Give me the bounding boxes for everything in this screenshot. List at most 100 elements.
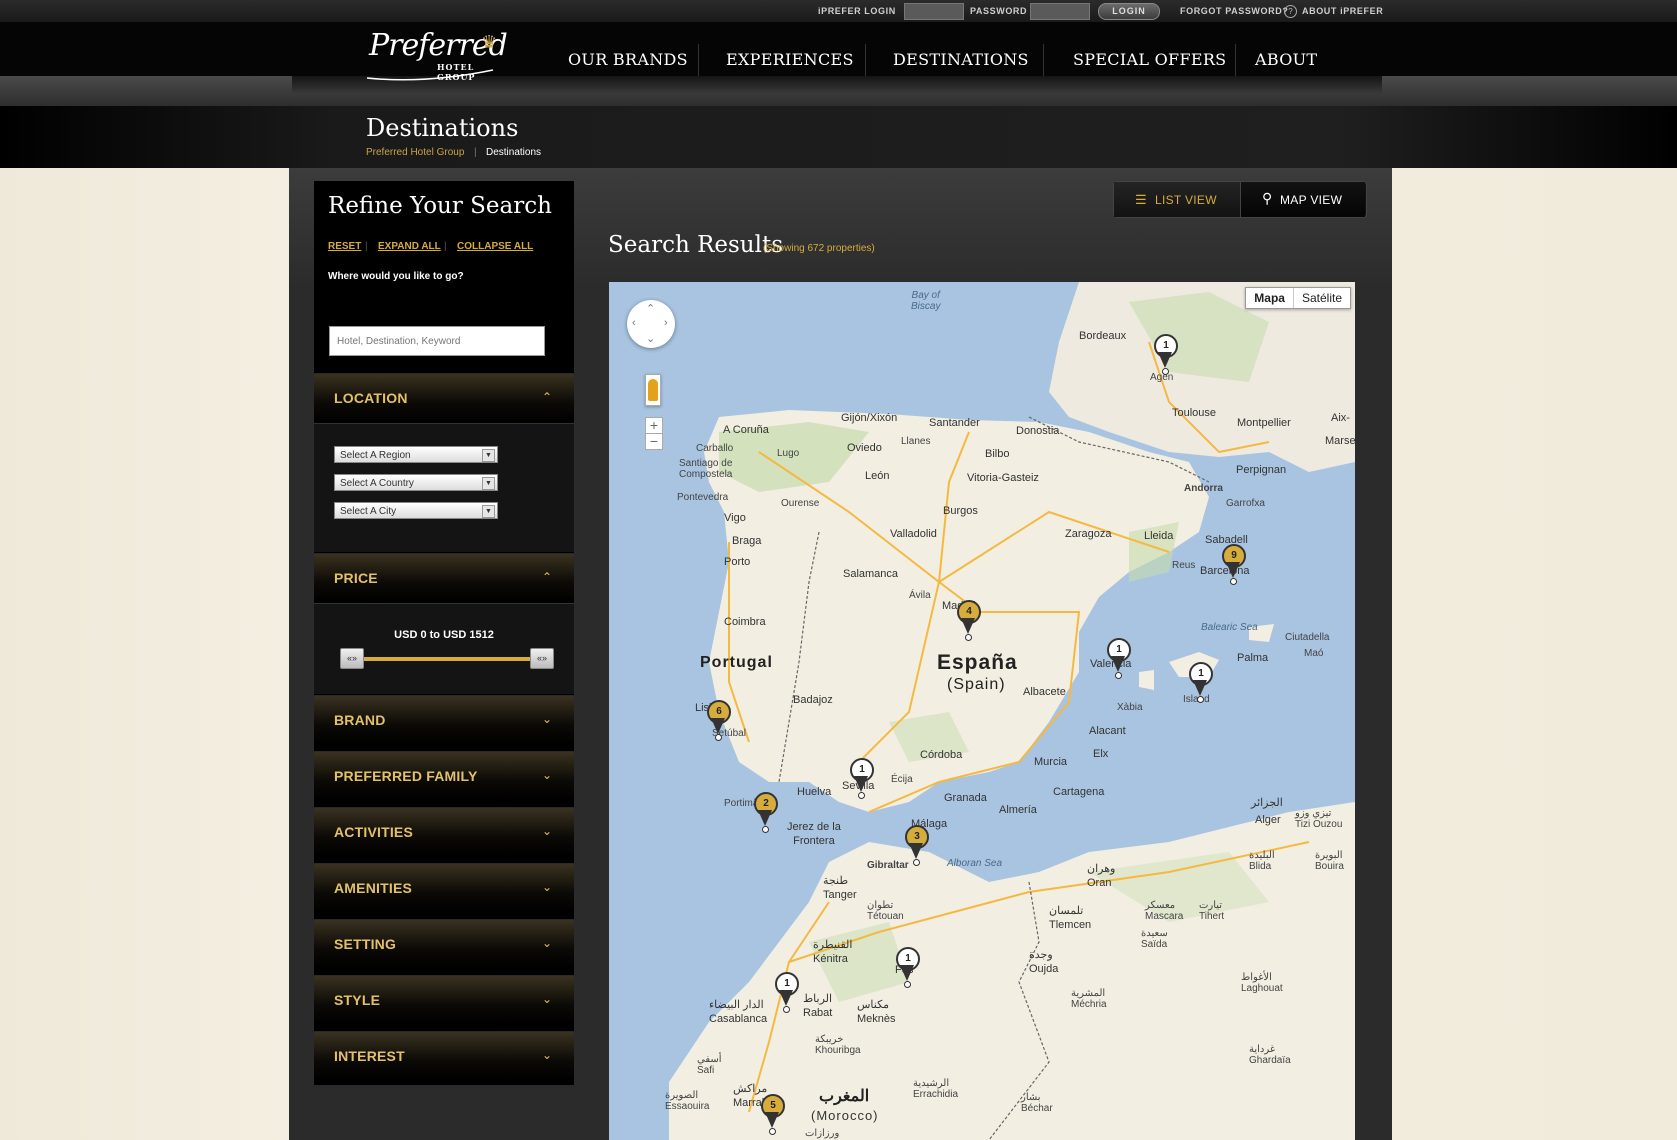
map-label: Bay of Biscay (911, 290, 941, 312)
map-label: وجدة Oujda (1029, 949, 1059, 975)
pan-control[interactable]: ⌃ ⌄ ‹ › (627, 300, 675, 348)
results-map[interactable]: Mapa Satélite ⌃ ⌄ ‹ › + − Bay of Biscay B… (609, 282, 1355, 1140)
nav-experiences[interactable]: EXPERIENCES (726, 50, 854, 69)
map-pin-casablanca[interactable]: 1 (773, 972, 799, 1013)
password-input[interactable] (1030, 3, 1090, 20)
location-section-header[interactable]: LOCATION ⌃ (314, 373, 574, 422)
map-type-satellite-button[interactable]: Satélite (1294, 288, 1350, 308)
dropdown-arrow-icon: ▼ (482, 505, 495, 518)
price-section-header[interactable]: PRICE ⌃ (314, 553, 574, 602)
map-pin-agen[interactable]: 1 (1152, 334, 1178, 375)
map-label: Carballo (696, 443, 734, 454)
map-label: طنجة Tanger (823, 875, 857, 901)
breadcrumb-home-link[interactable]: Preferred Hotel Group (366, 147, 464, 158)
list-icon: ☰ (1135, 192, 1147, 207)
map-type-map-button[interactable]: Mapa (1246, 288, 1294, 308)
forgot-password-link[interactable]: FORGOT PASSWORD? (1180, 6, 1288, 16)
map-label: Pontevedra (677, 492, 729, 503)
logo-swoosh (366, 69, 494, 81)
map-label: البليدة Blida (1249, 850, 1275, 872)
map-view-button[interactable]: ⚲ MAP VIEW (1241, 182, 1365, 217)
nav-destinations[interactable]: DESTINATIONS (893, 50, 1029, 69)
map-label: Oviedo (847, 442, 882, 454)
map-label: Albacete (1023, 686, 1066, 698)
nav-our-brands[interactable]: OUR BRANDS (568, 50, 688, 69)
map-label: المشرية Méchria (1071, 988, 1107, 1010)
about-iprefer-link[interactable]: ABOUT iPREFER (1302, 6, 1383, 16)
dropdown-arrow-icon: ▼ (482, 477, 495, 490)
map-label: Salamanca (843, 568, 899, 580)
pan-right-icon[interactable]: › (664, 317, 668, 329)
map-pin-algarve[interactable]: 2 (752, 792, 778, 833)
link-separator: | (444, 241, 447, 252)
activities-section-header[interactable]: ACTIVITIES ⌄ (314, 807, 574, 856)
iprefer-login-label: iPREFER LOGIN (818, 6, 896, 16)
setting-section-header[interactable]: SETTING ⌄ (314, 919, 574, 968)
map-label: Murcia (1034, 756, 1068, 768)
nav-special-offers[interactable]: SPECIAL OFFERS (1073, 50, 1226, 69)
map-label: الرشيدية Errachidia (913, 1078, 959, 1100)
destination-search-input[interactable] (329, 326, 545, 356)
iprefer-username-input[interactable] (904, 3, 964, 20)
price-slider-min-handle[interactable]: «» (340, 648, 364, 669)
collapse-all-link[interactable]: COLLAPSE ALL (457, 241, 533, 252)
map-label: Gibraltar (867, 860, 909, 871)
map-pin-fes[interactable]: 1 (894, 947, 920, 988)
map-label: تطوان Tétouan (867, 900, 904, 922)
map-label: خريبكة Khouribga (815, 1034, 861, 1056)
map-label: León (865, 470, 890, 482)
sidebar-title: Refine Your Search (328, 193, 552, 219)
reset-link[interactable]: RESET (328, 241, 361, 252)
map-pin-sevilla[interactable]: 1 (848, 758, 874, 799)
map-pin-madrid[interactable]: 4 (955, 600, 981, 641)
region-select[interactable]: Select A Region ▼ (334, 446, 498, 463)
list-view-button[interactable]: ☰ LIST VIEW (1114, 182, 1241, 217)
map-label: وهران Oran (1087, 863, 1116, 889)
map-label: سعيدة Saïda (1141, 928, 1168, 950)
map-label: Granada (944, 792, 987, 804)
map-label: ورزازات (805, 1128, 840, 1139)
map-pin-marbella[interactable]: 3 (903, 825, 929, 866)
chevron-up-icon: ⌃ (541, 570, 552, 584)
city-select[interactable]: Select A City ▼ (334, 502, 498, 519)
map-label: Alger (1255, 814, 1281, 826)
map-pin-marrakech[interactable]: 5 (759, 1094, 785, 1135)
style-section-header[interactable]: STYLE ⌄ (314, 975, 574, 1024)
login-button[interactable]: LOGIN (1098, 3, 1160, 20)
activities-label: ACTIVITIES (334, 824, 414, 840)
nav-about[interactable]: ABOUT (1255, 50, 1317, 69)
nav-divider (698, 44, 699, 76)
map-label: (Spain) (947, 676, 1006, 693)
price-slider-track[interactable] (360, 657, 532, 661)
map-pin-barcelona[interactable]: 9 (1220, 544, 1246, 585)
map-pin-valencia[interactable]: 1 (1105, 638, 1131, 679)
map-label: Ávila (909, 590, 931, 601)
map-pin-lisboa[interactable]: 6 (705, 700, 731, 741)
map-label: بشار Béchar (1021, 1092, 1053, 1114)
zoom-out-button[interactable]: − (645, 433, 663, 450)
amenities-section-header[interactable]: AMENITIES ⌄ (314, 863, 574, 912)
map-label: Maó (1304, 648, 1324, 659)
pan-up-icon[interactable]: ⌃ (646, 302, 655, 315)
map-label: Llanes (901, 436, 931, 447)
pan-down-icon[interactable]: ⌄ (646, 332, 655, 345)
map-label: Écija (891, 774, 913, 785)
expand-all-link[interactable]: EXPAND ALL (378, 241, 441, 252)
brand-section-header[interactable]: BRAND ⌄ (314, 695, 574, 744)
map-label: Balearic Sea (1201, 622, 1258, 633)
map-label: Donostia (1016, 425, 1060, 437)
zoom-in-button[interactable]: + (645, 417, 663, 434)
map-label: Garrofxa (1226, 498, 1265, 509)
map-pin-ibiza[interactable]: 1 (1187, 662, 1213, 703)
crown-icon: ♛ (481, 32, 498, 52)
map-label: Ciutadella (1285, 632, 1330, 643)
country-select[interactable]: Select A Country ▼ (334, 474, 498, 491)
map-label: Montpellier (1237, 417, 1291, 429)
street-view-pegman-icon[interactable] (645, 374, 661, 406)
price-slider-max-handle[interactable]: «» (530, 648, 554, 669)
preferred-family-section-header[interactable]: PREFERRED FAMILY ⌄ (314, 751, 574, 800)
interest-section-header[interactable]: INTEREST ⌄ (314, 1031, 574, 1080)
map-label: مكناس Meknès (857, 999, 896, 1025)
preferred-hotel-group-logo[interactable]: Preferred ♛ HOTEL GROUP (365, 28, 508, 84)
pan-left-icon[interactable]: ‹ (632, 317, 636, 329)
